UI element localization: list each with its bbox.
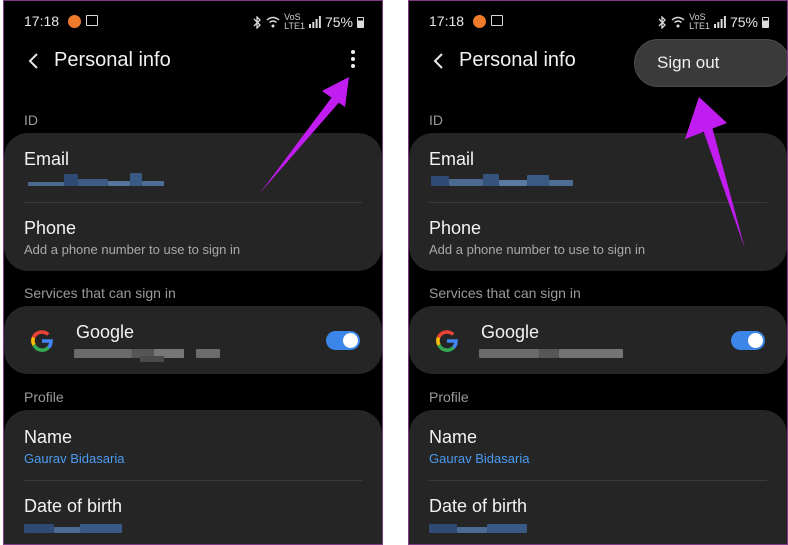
page-title: Personal info <box>459 49 576 71</box>
google-label: Google <box>481 322 540 342</box>
section-label-id: ID <box>429 112 443 128</box>
back-arrow-icon[interactable] <box>427 49 451 73</box>
status-bar: 17:18 VoS LTE1 75% <box>429 13 769 31</box>
name-label: Name <box>429 427 478 447</box>
notification-icon <box>68 15 81 28</box>
notification-icon <box>473 15 486 28</box>
bluetooth-icon <box>253 15 262 29</box>
section-label-services: Services that can sign in <box>24 285 176 301</box>
section-label-profile: Profile <box>24 389 64 405</box>
phone-label: Phone <box>429 218 482 238</box>
dob-label: Date of birth <box>24 496 123 516</box>
wifi-icon <box>671 16 685 28</box>
profile-card: Name Gaurav Bidasaria Date of birth <box>4 410 382 544</box>
email-label: Email <box>24 149 70 169</box>
google-toggle[interactable] <box>731 331 765 350</box>
signal-icon <box>713 16 726 28</box>
wifi-icon <box>266 16 280 28</box>
battery-percent: 75% <box>324 14 353 30</box>
back-arrow-icon[interactable] <box>22 49 46 73</box>
google-logo-icon <box>436 330 458 352</box>
name-value: Gaurav Bidasaria <box>429 451 530 466</box>
email-label: Email <box>429 149 475 169</box>
signal-icon <box>308 16 321 28</box>
screenshot-right: 17:18 VoS LTE1 75% Personal info ID Email <box>408 0 788 545</box>
section-label-profile: Profile <box>429 389 469 405</box>
google-service-row[interactable]: Google <box>4 306 382 374</box>
page-title: Personal info <box>54 49 171 71</box>
battery-icon <box>762 16 769 28</box>
status-bar: 17:18 VoS LTE1 75% <box>24 13 364 31</box>
status-time: 17:18 <box>429 13 465 29</box>
phone-hint: Add a phone number to use to sign in <box>24 242 241 257</box>
gallery-icon <box>86 15 98 26</box>
google-service-row[interactable]: Google <box>409 306 787 374</box>
google-label: Google <box>76 322 135 342</box>
status-time: 17:18 <box>24 13 60 29</box>
phone-hint: Add a phone number to use to sign in <box>429 242 646 257</box>
bluetooth-icon <box>658 15 667 29</box>
network-type-bottom: LTE1 <box>284 21 305 31</box>
sign-out-menu-item[interactable]: Sign out <box>634 39 787 87</box>
google-toggle[interactable] <box>326 331 360 350</box>
section-label-id: ID <box>24 112 38 128</box>
name-value: Gaurav Bidasaria <box>24 451 125 466</box>
id-card: Email Phone Add a phone number to use to… <box>4 133 382 271</box>
phone-label: Phone <box>24 218 77 238</box>
google-logo-icon <box>31 330 53 352</box>
gallery-icon <box>491 15 503 26</box>
profile-card: Name Gaurav Bidasaria Date of birth <box>409 410 787 544</box>
name-label: Name <box>24 427 73 447</box>
screenshot-left: 17:18 VoS LTE1 75% Personal info ID Email <box>3 0 383 545</box>
battery-percent: 75% <box>729 14 758 30</box>
app-bar: Personal info <box>4 45 382 79</box>
network-type-bottom: LTE1 <box>689 21 710 31</box>
battery-icon <box>357 16 364 28</box>
id-card: Email Phone Add a phone number to use to… <box>409 133 787 271</box>
more-options-icon[interactable] <box>346 50 360 72</box>
dob-label: Date of birth <box>429 496 528 516</box>
section-label-services: Services that can sign in <box>429 285 581 301</box>
